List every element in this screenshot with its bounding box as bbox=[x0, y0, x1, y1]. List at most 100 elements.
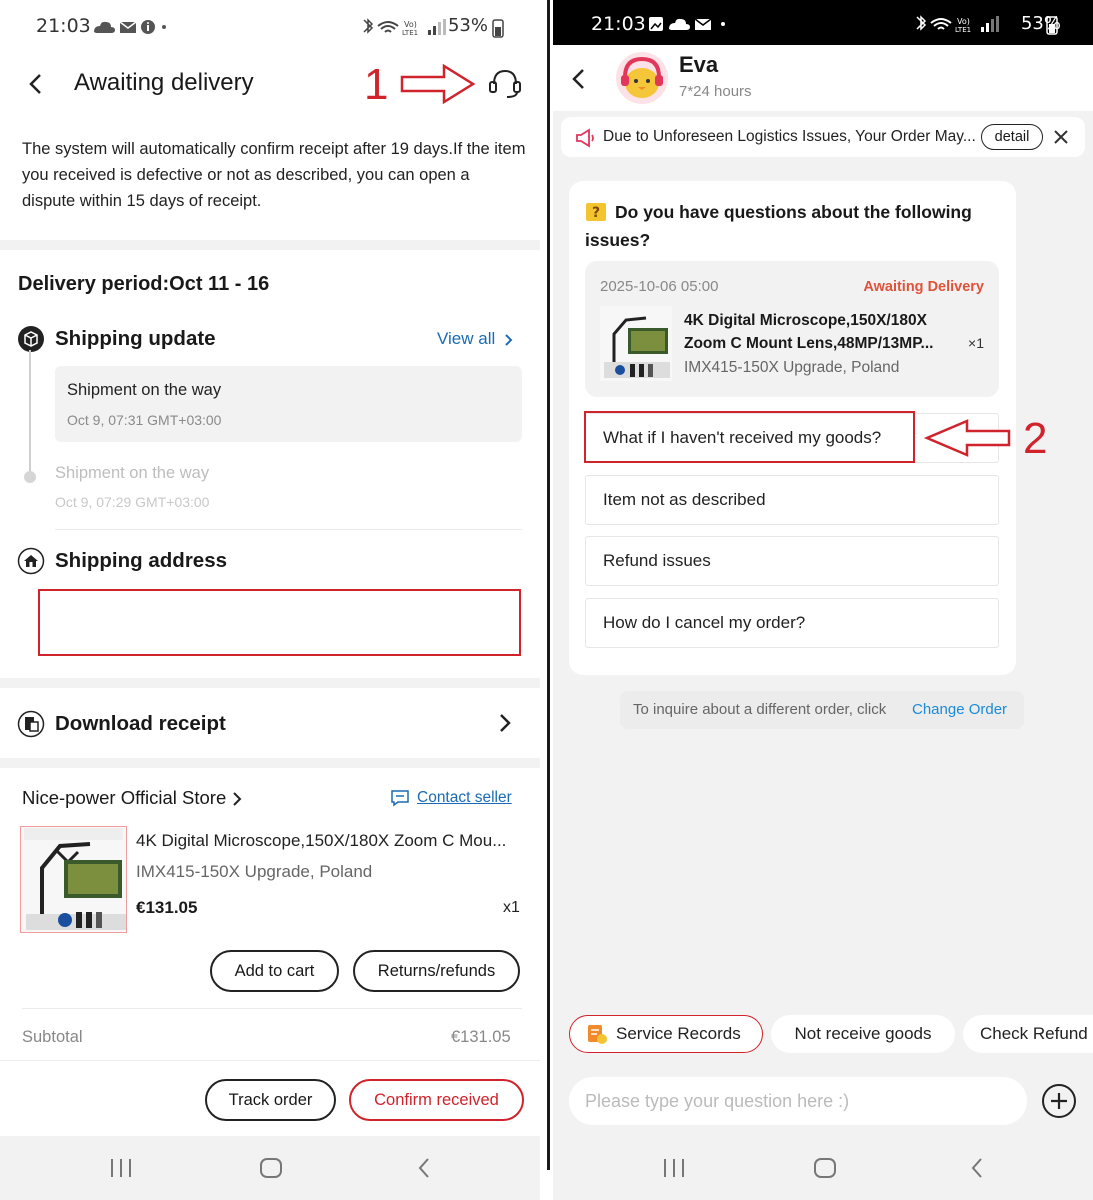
notification-icons bbox=[94, 20, 166, 34]
microscope-product-image bbox=[604, 316, 670, 378]
battery-icon bbox=[1046, 16, 1058, 35]
receipt-icon bbox=[17, 710, 45, 738]
annotation-arrow-left bbox=[923, 419, 1011, 457]
product-variant: IMX415-150X Upgrade, Poland bbox=[136, 862, 373, 881]
chip-label: Service Records bbox=[616, 1024, 741, 1043]
notification-icons bbox=[649, 17, 725, 31]
screenshot-divider bbox=[540, 0, 553, 1200]
order-summary[interactable]: 2025-10-06 05:00 Awaiting Delivery 4K Di… bbox=[585, 261, 999, 397]
product-image[interactable] bbox=[20, 826, 127, 933]
back-icon[interactable] bbox=[26, 72, 46, 96]
microscope-product-image bbox=[20, 826, 127, 933]
status-time: 21:03 bbox=[591, 13, 646, 35]
change-order-row: To inquire about a different order, clic… bbox=[620, 691, 1024, 729]
footer-actions: Track order Confirm received bbox=[0, 1060, 540, 1138]
faq-title-text: Do you have questions about the followin… bbox=[585, 202, 972, 250]
product-quantity: x1 bbox=[503, 899, 520, 916]
back-nav-icon[interactable] bbox=[414, 1156, 434, 1180]
product-title[interactable]: 4K Digital Microscope,150X/180X Zoom C M… bbox=[136, 831, 526, 851]
timeline-dot bbox=[24, 471, 36, 483]
shipping-event-time: Oct 9, 07:29 GMT+03:00 bbox=[55, 494, 210, 510]
store-name-link[interactable]: Nice-power Official Store bbox=[22, 787, 243, 809]
store-name: Nice-power Official Store bbox=[22, 787, 227, 808]
section-divider bbox=[0, 678, 540, 688]
shipping-update-title: Shipping update bbox=[55, 327, 216, 350]
status-bar: 21:03 Vo) LTE1 53% bbox=[553, 0, 1093, 45]
faq-option-not-as-described[interactable]: Item not as described bbox=[585, 475, 999, 525]
annotation-number-2: 2 bbox=[1023, 414, 1048, 463]
shipping-event-status: Shipment on the way bbox=[67, 381, 222, 399]
view-all-link[interactable]: View all bbox=[437, 329, 514, 349]
megaphone-icon bbox=[576, 128, 594, 148]
track-order-button[interactable]: Track order bbox=[205, 1079, 336, 1121]
battery-level: 53% bbox=[447, 15, 488, 36]
status-time: 21:03 bbox=[36, 15, 91, 37]
chat-input[interactable] bbox=[585, 1089, 1005, 1113]
chevron-right-icon bbox=[500, 714, 511, 732]
change-order-link[interactable]: Change Order bbox=[912, 701, 1007, 718]
chat-screen: 21:03 Vo) LTE1 53% Eva 7*24 hours Due to… bbox=[553, 0, 1093, 1200]
signal-icons: Vo)LTE1 bbox=[916, 15, 999, 34]
annotation-arrow-right bbox=[400, 63, 476, 105]
close-icon[interactable] bbox=[1053, 129, 1069, 145]
notice-detail-button[interactable]: detail bbox=[981, 124, 1043, 150]
faq-option-label: How do I cancel my order? bbox=[603, 613, 806, 632]
svg-text:Vo): Vo) bbox=[404, 20, 417, 29]
chip-not-receive-goods[interactable]: Not receive goods bbox=[771, 1015, 955, 1053]
view-all-label: View all bbox=[437, 329, 496, 348]
svg-text:Vo): Vo) bbox=[957, 17, 970, 26]
order-detail-screen: 21:03 Vo) LTE1 53% Awaiting delivery 1 T… bbox=[0, 0, 540, 1200]
chat-input-box bbox=[569, 1077, 1027, 1125]
order-product-title: 4K Digital Microscope,150X/180X Zoom C M… bbox=[684, 312, 934, 352]
customer-service-icon[interactable] bbox=[487, 66, 523, 102]
chevron-right-icon bbox=[233, 792, 242, 806]
subtotal-value: €131.05 bbox=[451, 1028, 511, 1046]
change-order-text: To inquire about a different order, clic… bbox=[633, 701, 887, 718]
back-nav-icon[interactable] bbox=[967, 1156, 987, 1180]
shipping-event-latest[interactable]: Shipment on the way Oct 9, 07:31 GMT+03:… bbox=[55, 366, 522, 442]
add-icon[interactable] bbox=[1041, 1083, 1077, 1119]
home-button-icon[interactable] bbox=[258, 1156, 284, 1180]
divider-line bbox=[547, 0, 550, 1170]
back-icon[interactable] bbox=[569, 67, 589, 91]
logistics-notice-bar: Due to Unforeseen Logistics Issues, Your… bbox=[561, 117, 1085, 157]
agent-name: Eva bbox=[679, 52, 719, 77]
chip-service-records[interactable]: Service Records bbox=[569, 1015, 763, 1053]
faq-option-label: Item not as described bbox=[603, 490, 766, 509]
chip-label: Check Refund bbox=[980, 1024, 1088, 1043]
shipping-event-time: Oct 9, 07:31 GMT+03:00 bbox=[67, 412, 222, 428]
annotation-number-1: 1 bbox=[364, 60, 389, 109]
faq-option-cancel-order[interactable]: How do I cancel my order? bbox=[585, 598, 999, 648]
confirm-received-button[interactable]: Confirm received bbox=[349, 1079, 524, 1121]
page-title: Awaiting delivery bbox=[74, 69, 254, 96]
chip-check-refund[interactable]: Check Refund bbox=[963, 1015, 1093, 1053]
order-product-variant: IMX415-150X Upgrade, Poland bbox=[684, 359, 900, 376]
returns-refunds-button[interactable]: Returns/refunds bbox=[353, 950, 520, 992]
address-redaction-box bbox=[38, 589, 521, 656]
signal-icons: Vo)LTE1 bbox=[363, 18, 446, 37]
svg-text:LTE1: LTE1 bbox=[402, 29, 418, 37]
subtotal-label: Subtotal bbox=[22, 1028, 83, 1046]
delivery-period: Delivery period:Oct 11 - 16 bbox=[18, 273, 270, 295]
faq-title: Do you have questions about the followin… bbox=[585, 198, 995, 254]
system-nav-bar bbox=[553, 1136, 1093, 1200]
timeline-line bbox=[29, 350, 31, 476]
recent-apps-icon[interactable] bbox=[661, 1157, 687, 1179]
divider bbox=[22, 1008, 522, 1009]
download-receipt-label: Download receipt bbox=[55, 712, 226, 735]
contact-seller-link[interactable]: Contact seller bbox=[417, 789, 512, 807]
shipping-event-status: Shipment on the way bbox=[55, 464, 210, 482]
shipping-address-title: Shipping address bbox=[55, 549, 227, 572]
status-bar: 21:03 Vo) LTE1 53% bbox=[0, 0, 540, 52]
order-quantity: ×1 bbox=[968, 335, 984, 351]
header: Awaiting delivery 1 bbox=[0, 52, 540, 116]
product-image bbox=[600, 306, 672, 381]
download-receipt-row[interactable]: Download receipt bbox=[0, 688, 540, 758]
recent-apps-icon[interactable] bbox=[108, 1157, 134, 1179]
chip-label: Not receive goods bbox=[794, 1024, 932, 1043]
home-button-icon[interactable] bbox=[812, 1156, 838, 1180]
order-date: 2025-10-06 05:00 bbox=[600, 278, 719, 295]
add-to-cart-button[interactable]: Add to cart bbox=[210, 950, 339, 992]
chat-header: Eva 7*24 hours bbox=[553, 45, 1093, 111]
faq-option-refund-issues[interactable]: Refund issues bbox=[585, 536, 999, 586]
